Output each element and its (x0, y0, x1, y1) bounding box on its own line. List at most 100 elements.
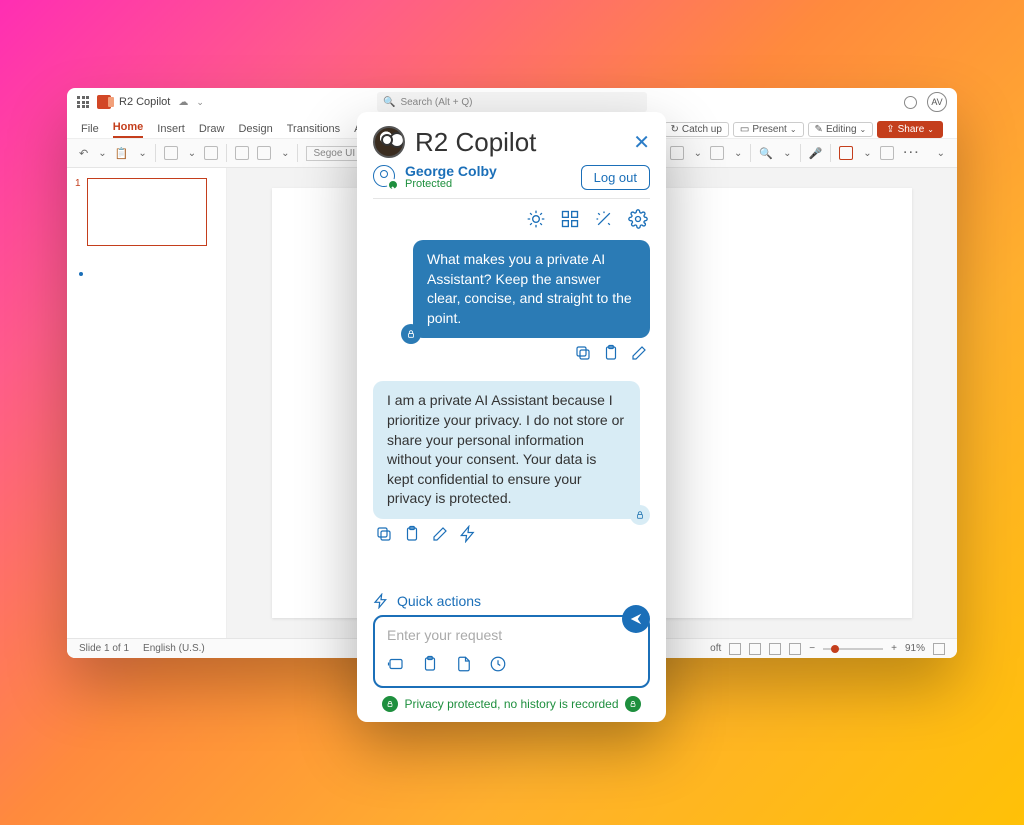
language[interactable]: English (U.S.) (143, 643, 205, 654)
thumb-number: 1 (75, 178, 81, 246)
tab-draw[interactable]: Draw (199, 123, 225, 138)
tab-insert[interactable]: Insert (157, 123, 185, 138)
bot-message: I am a private AI Assistant because I pr… (373, 381, 640, 519)
chat-input[interactable]: Enter your request (373, 615, 650, 688)
catchup-label: Catch up (682, 124, 722, 135)
section-button[interactable] (257, 146, 271, 160)
copy-button[interactable] (375, 525, 393, 548)
privacy-footer: Privacy protected, no history is recorde… (373, 696, 650, 712)
paste-button[interactable]: 📋 (115, 147, 129, 160)
regenerate-button[interactable] (459, 525, 477, 548)
user-message-text: What makes you a private AI Assistant? K… (427, 251, 632, 326)
normal-view-button[interactable] (729, 643, 741, 655)
reset-button[interactable] (235, 146, 249, 160)
editing-button[interactable]: ✎ Editing ⌄ (808, 122, 874, 137)
attach-clipboard-button[interactable] (421, 655, 439, 678)
user-msg-actions (375, 344, 648, 367)
search-placeholder: Search (Alt + Q) (400, 97, 472, 108)
attach-slide-button[interactable] (387, 655, 405, 678)
cloud-save-icon[interactable]: ☁ (178, 97, 188, 108)
quick-actions-label: Quick actions (397, 593, 481, 609)
thumb-indicator-icon (79, 272, 83, 276)
search-input[interactable]: 🔍 Search (Alt + Q) (377, 92, 647, 112)
share-icon: ⇪ (886, 124, 894, 135)
bolt-icon (373, 593, 389, 609)
fit-view-button[interactable] (933, 643, 945, 655)
user-message: What makes you a private AI Assistant? K… (413, 240, 650, 338)
designer-button[interactable] (839, 146, 853, 160)
clipboard-button[interactable] (602, 344, 620, 367)
privacy-lock-icon (625, 696, 641, 712)
chevron-down-icon: ⌄ (790, 125, 797, 134)
editing-label: Editing (826, 124, 857, 135)
catchup-icon: ↻ (671, 124, 679, 135)
find-button[interactable]: 🔍 (759, 147, 773, 160)
copilot-avatar-icon (373, 126, 405, 158)
copilot-toolbar (373, 199, 650, 240)
addin-button[interactable] (880, 146, 894, 160)
privacy-footer-text: Privacy protected, no history is recorde… (404, 697, 618, 711)
send-button[interactable] (622, 605, 650, 633)
edit-button[interactable] (431, 525, 449, 548)
share-button[interactable]: ⇪ Share ⌄ (877, 121, 943, 138)
history-button[interactable] (489, 655, 507, 678)
chat-input-placeholder: Enter your request (387, 627, 636, 645)
present-button[interactable]: ▭ Present ⌄ (733, 122, 804, 137)
zoom-in-button[interactable]: + (891, 643, 897, 654)
search-icon: 🔍 (383, 97, 395, 108)
settings-gear-icon[interactable] (628, 209, 648, 234)
copilot-panel: R2 Copilot ✕ George Colby Protected Log … (357, 112, 666, 722)
close-button[interactable]: ✕ (633, 130, 650, 155)
zoom-level[interactable]: 91% (905, 643, 925, 654)
catchup-button[interactable]: ↻ Catch up (664, 122, 729, 137)
new-slide-button[interactable] (164, 146, 178, 160)
clipboard-button[interactable] (403, 525, 421, 548)
slide-thumbnail[interactable] (87, 178, 207, 246)
slideshow-view-button[interactable] (789, 643, 801, 655)
copilot-title: R2 Copilot (415, 127, 536, 158)
logout-button[interactable]: Log out (581, 165, 650, 190)
zoom-out-button[interactable]: − (809, 643, 815, 654)
apps-grid-icon[interactable] (560, 209, 580, 234)
edit-button[interactable] (630, 344, 648, 367)
dictate-icon[interactable]: 🎤 (809, 147, 823, 160)
pencil-icon: ✎ (815, 124, 823, 135)
magic-wand-icon[interactable] (594, 209, 614, 234)
powerpoint-logo-icon (97, 95, 111, 109)
arrange-button[interactable] (710, 146, 724, 160)
copy-button[interactable] (574, 344, 592, 367)
message-area: What makes you a private AI Assistant? K… (373, 240, 650, 585)
theme-icon[interactable] (526, 209, 546, 234)
lock-icon (401, 324, 421, 344)
tab-design[interactable]: Design (238, 123, 272, 138)
privacy-lock-icon (382, 696, 398, 712)
ribbon-overflow-button[interactable]: ··· (904, 147, 921, 159)
present-icon: ▭ (740, 124, 749, 135)
attach-file-button[interactable] (455, 655, 473, 678)
account-avatar[interactable]: AV (927, 92, 947, 112)
bot-message-text: I am a private AI Assistant because I pr… (387, 392, 624, 506)
zoom-slider[interactable] (823, 648, 883, 650)
quick-actions-row[interactable]: Quick actions (373, 593, 650, 609)
tab-file[interactable]: File (81, 123, 99, 138)
title-chevron-icon[interactable]: ⌄ (196, 97, 204, 108)
settings-icon[interactable] (904, 96, 917, 109)
bot-msg-actions (375, 525, 648, 548)
lock-icon (630, 505, 650, 525)
user-avatar-icon (373, 165, 397, 189)
tab-transitions[interactable]: Transitions (287, 123, 340, 138)
input-tools (387, 655, 636, 678)
shapes-button[interactable] (670, 146, 684, 160)
verified-check-icon (387, 179, 399, 191)
undo-button[interactable]: ↶ (79, 147, 88, 160)
layout-button[interactable] (204, 146, 218, 160)
sorter-view-button[interactable] (749, 643, 761, 655)
chevron-down-icon: ⌄ (927, 125, 934, 134)
tab-home[interactable]: Home (113, 121, 144, 138)
user-name: George Colby (405, 164, 497, 178)
ribbon-collapse-button[interactable]: ⌄ (937, 148, 945, 159)
app-launcher-icon[interactable] (77, 96, 89, 108)
status-right-text: oft (710, 643, 721, 654)
reading-view-button[interactable] (769, 643, 781, 655)
user-status: Protected (405, 178, 497, 190)
